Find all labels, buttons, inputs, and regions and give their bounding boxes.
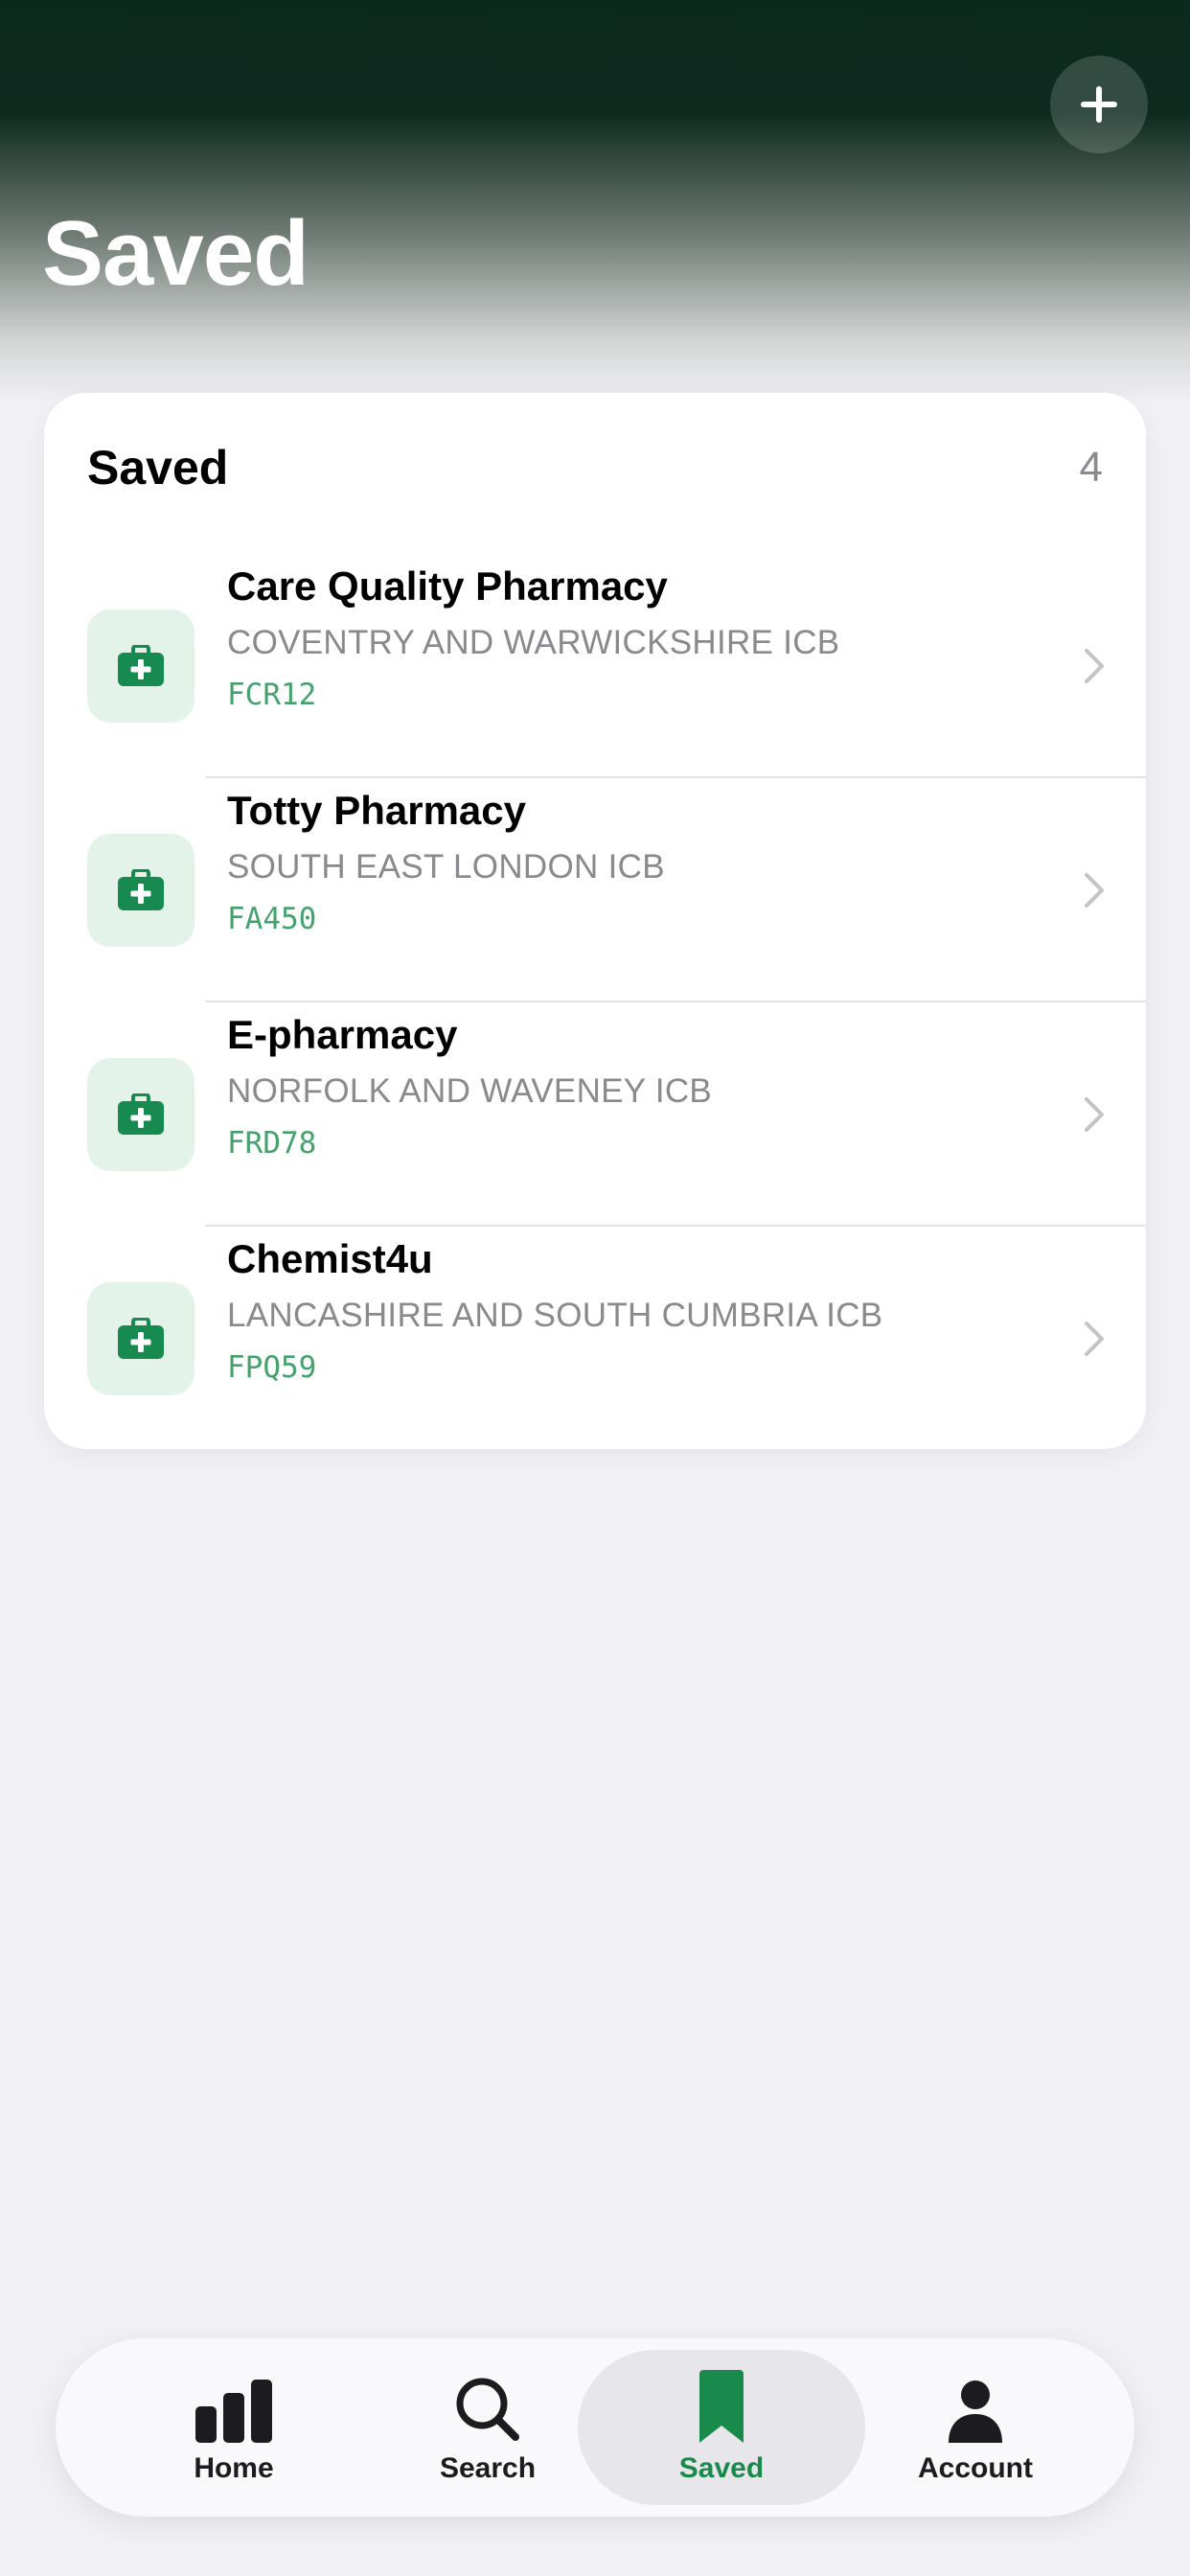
tab-bar: Home Search Saved Account <box>56 2338 1134 2517</box>
pharmacy-code: FRD78 <box>227 1126 317 1161</box>
list-item[interactable]: Totty Pharmacy SOUTH EAST LONDON ICB FA4… <box>44 778 1146 1002</box>
pharmacy-code: FPQ59 <box>227 1350 317 1385</box>
tab-home[interactable]: Home <box>90 2350 378 2505</box>
chevron-right-icon <box>1085 649 1104 683</box>
card-header: Saved 4 <box>87 439 1103 496</box>
pharmacy-name: Chemist4u <box>227 1236 433 1281</box>
list-item[interactable]: E-pharmacy NORFOLK AND WAVENEY ICB FRD78 <box>44 1002 1146 1227</box>
pharmacy-name: Totty Pharmacy <box>227 788 526 833</box>
list-item[interactable]: Care Quality Pharmacy COVENTRY AND WARWI… <box>44 554 1146 778</box>
bar-chart-icon <box>195 2380 272 2443</box>
tab-label: Account <box>918 2452 1033 2484</box>
medical-kit-icon <box>87 610 195 723</box>
add-button[interactable] <box>1050 56 1148 153</box>
tab-label: Search <box>439 2452 537 2484</box>
tab-account[interactable]: Account <box>832 2350 1119 2505</box>
pharmacy-region: LANCASHIRE AND SOUTH CUMBRIA ICB <box>227 1297 883 1334</box>
list-item[interactable]: Chemist4u LANCASHIRE AND SOUTH CUMBRIA I… <box>44 1227 1146 1449</box>
magnifier-icon <box>456 2378 519 2441</box>
pharmacy-code: FA450 <box>227 902 317 936</box>
chevron-right-icon <box>1085 873 1104 908</box>
pharmacy-region: COVENTRY AND WARWICKSHIRE ICB <box>227 624 840 661</box>
plus-icon <box>1081 86 1117 123</box>
bookmark-icon <box>699 2370 744 2443</box>
tab-label: Home <box>194 2452 274 2484</box>
saved-list-card: Saved 4 Care Quality Pharmacy COVENTRY A… <box>44 393 1146 1449</box>
chevron-right-icon <box>1085 1322 1104 1356</box>
pharmacy-name: E-pharmacy <box>227 1012 458 1057</box>
tab-saved[interactable]: Saved <box>578 2350 865 2505</box>
tab-label: Saved <box>678 2452 765 2484</box>
pharmacy-name: Care Quality Pharmacy <box>227 564 668 609</box>
medical-kit-icon <box>87 834 195 947</box>
page-title: Saved <box>42 202 309 305</box>
person-icon <box>949 2380 1002 2443</box>
pharmacy-code: FCR12 <box>227 678 317 712</box>
card-title: Saved <box>87 441 229 494</box>
pharmacy-region: SOUTH EAST LONDON ICB <box>227 848 665 886</box>
pharmacy-region: NORFOLK AND WAVENEY ICB <box>227 1072 713 1110</box>
saved-count: 4 <box>1079 444 1103 491</box>
chevron-right-icon <box>1085 1097 1104 1132</box>
medical-kit-icon <box>87 1282 195 1395</box>
medical-kit-icon <box>87 1058 195 1171</box>
